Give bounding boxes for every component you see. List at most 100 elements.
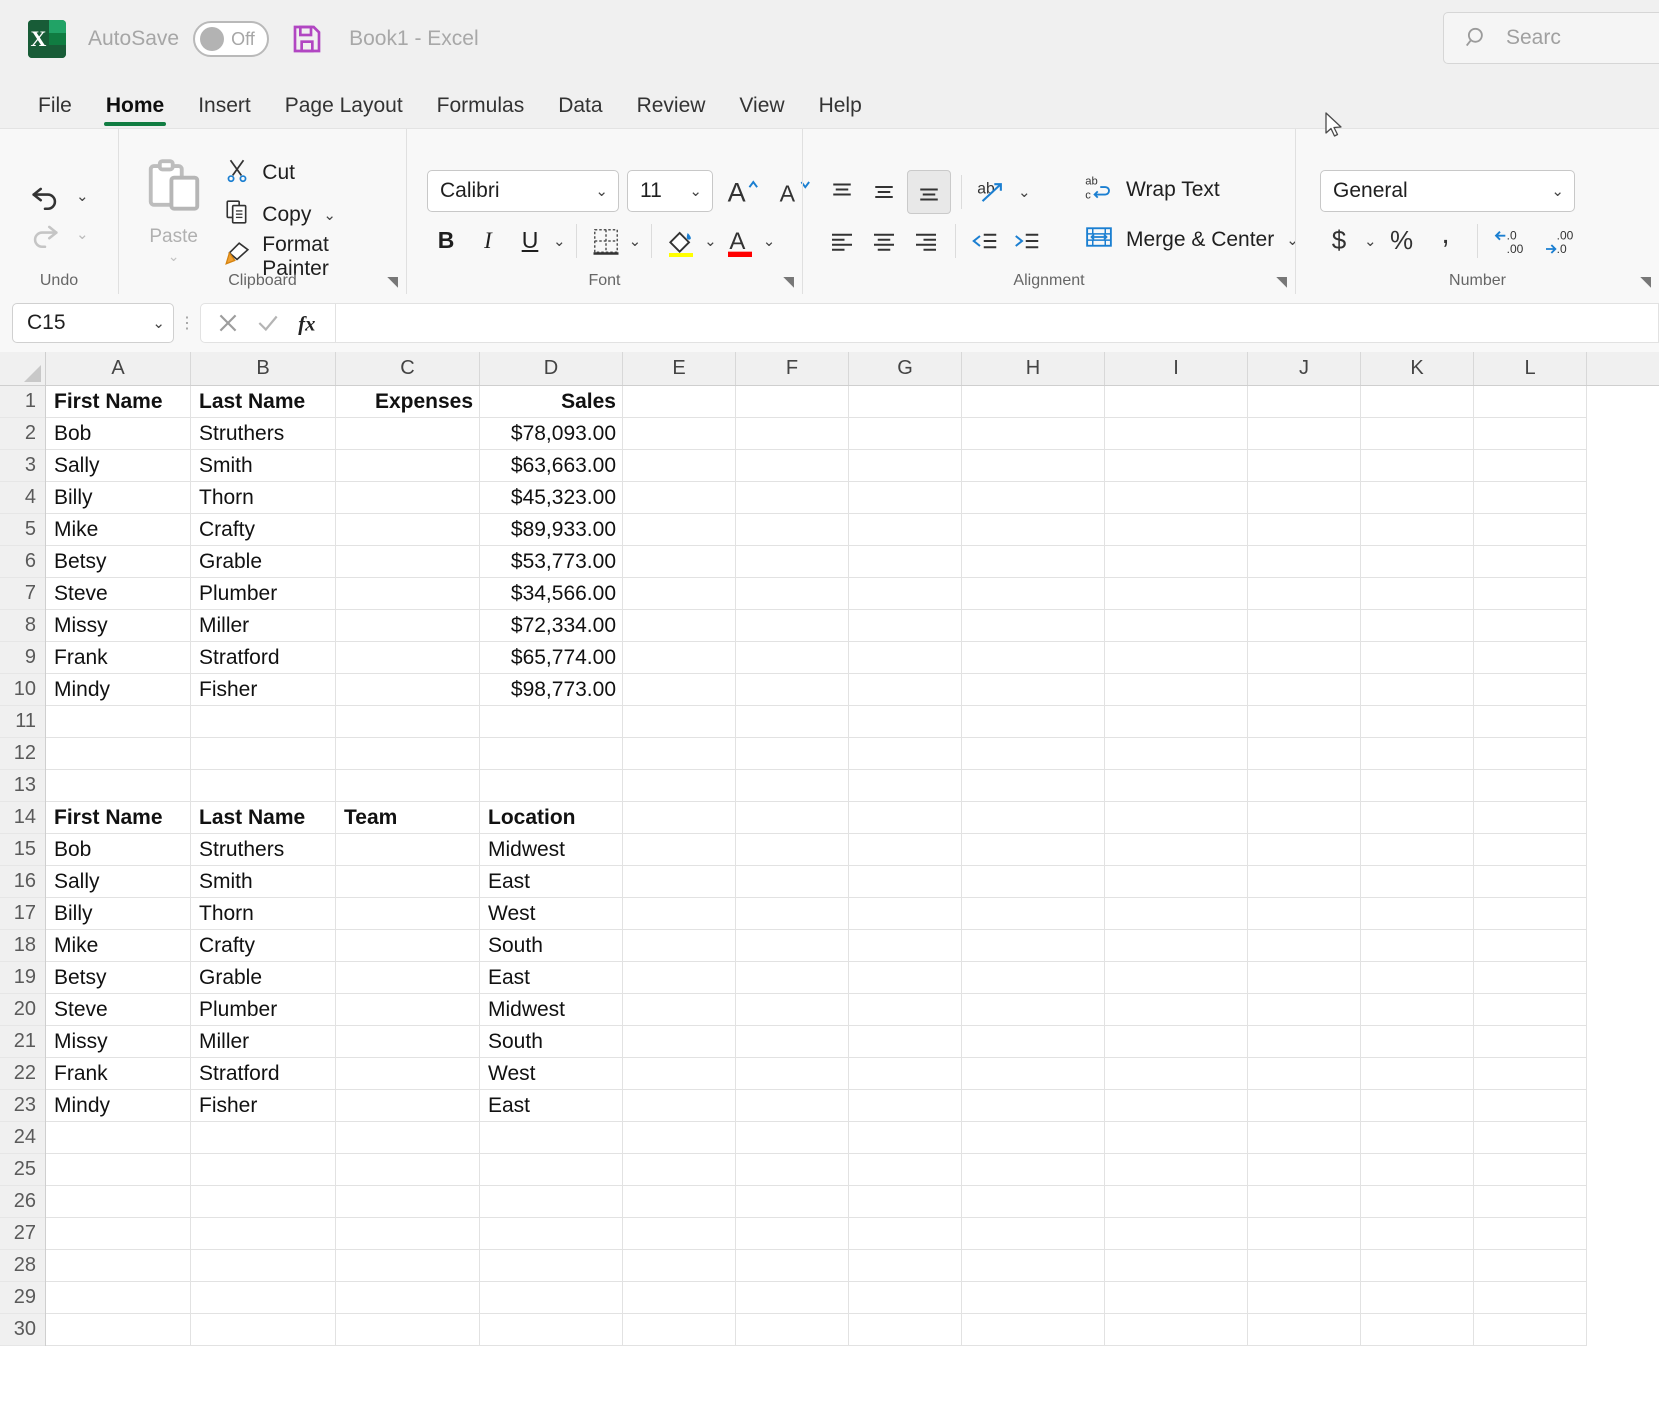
cell-G22[interactable]	[849, 1058, 962, 1090]
cell-E16[interactable]	[623, 866, 736, 898]
cell-I30[interactable]	[1105, 1314, 1248, 1346]
cell-B6[interactable]: Grable	[191, 546, 336, 578]
merge-center-button[interactable]: Merge & Center ⌄	[1084, 220, 1299, 260]
cell-D2[interactable]: $78,093.00	[480, 418, 623, 450]
cell-K6[interactable]	[1361, 546, 1474, 578]
cell-L30[interactable]	[1474, 1314, 1587, 1346]
cell-J1[interactable]	[1248, 386, 1361, 418]
cell-B21[interactable]: Miller	[191, 1026, 336, 1058]
cell-A6[interactable]: Betsy	[46, 546, 191, 578]
borders-chevron-down-icon[interactable]: ⌄	[629, 232, 642, 250]
cell-B14[interactable]: Last Name	[191, 802, 336, 834]
cell-I15[interactable]	[1105, 834, 1248, 866]
cell-G24[interactable]	[849, 1122, 962, 1154]
autosave-toggle[interactable]: Off	[193, 21, 269, 57]
cell-K1[interactable]	[1361, 386, 1474, 418]
increase-font-size-icon[interactable]: A	[721, 172, 765, 210]
row-header-24[interactable]: 24	[0, 1122, 45, 1154]
align-right-icon[interactable]	[907, 222, 945, 260]
cell-K8[interactable]	[1361, 610, 1474, 642]
tab-review[interactable]: Review	[623, 84, 720, 128]
cell-C23[interactable]	[336, 1090, 480, 1122]
column-header-h[interactable]: H	[962, 352, 1105, 385]
cell-H18[interactable]	[962, 930, 1105, 962]
cell-I14[interactable]	[1105, 802, 1248, 834]
cell-I1[interactable]	[1105, 386, 1248, 418]
cell-C27[interactable]	[336, 1218, 480, 1250]
cell-E26[interactable]	[623, 1186, 736, 1218]
formula-bar-options[interactable]: ⋮	[174, 321, 200, 326]
cell-C8[interactable]	[336, 610, 480, 642]
cell-D11[interactable]	[480, 706, 623, 738]
cell-H1[interactable]	[962, 386, 1105, 418]
cell-L3[interactable]	[1474, 450, 1587, 482]
cell-F12[interactable]	[736, 738, 849, 770]
cell-J9[interactable]	[1248, 642, 1361, 674]
cell-G26[interactable]	[849, 1186, 962, 1218]
cell-F11[interactable]	[736, 706, 849, 738]
cell-I27[interactable]	[1105, 1218, 1248, 1250]
cell-I8[interactable]	[1105, 610, 1248, 642]
cell-C26[interactable]	[336, 1186, 480, 1218]
cell-F17[interactable]	[736, 898, 849, 930]
cell-A4[interactable]: Billy	[46, 482, 191, 514]
paste-chevron-down-icon[interactable]: ⌄	[168, 248, 180, 265]
undo-icon[interactable]	[24, 179, 66, 213]
cell-D1[interactable]: Sales	[480, 386, 623, 418]
cell-I25[interactable]	[1105, 1154, 1248, 1186]
cell-G4[interactable]	[849, 482, 962, 514]
cell-K9[interactable]	[1361, 642, 1474, 674]
cell-A25[interactable]	[46, 1154, 191, 1186]
cell-E23[interactable]	[623, 1090, 736, 1122]
cell-E9[interactable]	[623, 642, 736, 674]
cell-L5[interactable]	[1474, 514, 1587, 546]
row-header-6[interactable]: 6	[0, 546, 45, 578]
cell-I21[interactable]	[1105, 1026, 1248, 1058]
alignment-dialog-launcher-icon[interactable]: ◥	[1276, 273, 1287, 290]
cell-L25[interactable]	[1474, 1154, 1587, 1186]
cell-J10[interactable]	[1248, 674, 1361, 706]
cell-B18[interactable]: Crafty	[191, 930, 336, 962]
cell-B11[interactable]	[191, 706, 336, 738]
cell-J24[interactable]	[1248, 1122, 1361, 1154]
cell-J4[interactable]	[1248, 482, 1361, 514]
cell-D27[interactable]	[480, 1218, 623, 1250]
cell-I20[interactable]	[1105, 994, 1248, 1026]
cell-D3[interactable]: $63,663.00	[480, 450, 623, 482]
cell-B9[interactable]: Stratford	[191, 642, 336, 674]
cell-I22[interactable]	[1105, 1058, 1248, 1090]
cell-K30[interactable]	[1361, 1314, 1474, 1346]
cell-E13[interactable]	[623, 770, 736, 802]
cell-B2[interactable]: Struthers	[191, 418, 336, 450]
cell-K27[interactable]	[1361, 1218, 1474, 1250]
copy-button[interactable]: Copy ⌄	[224, 198, 396, 232]
cell-F1[interactable]	[736, 386, 849, 418]
cell-F20[interactable]	[736, 994, 849, 1026]
cell-E20[interactable]	[623, 994, 736, 1026]
borders-icon[interactable]	[587, 222, 625, 260]
row-header-1[interactable]: 1	[0, 386, 45, 418]
cell-E3[interactable]	[623, 450, 736, 482]
cell-H15[interactable]	[962, 834, 1105, 866]
cell-K18[interactable]	[1361, 930, 1474, 962]
row-header-4[interactable]: 4	[0, 482, 45, 514]
cell-I12[interactable]	[1105, 738, 1248, 770]
underline-chevron-down-icon[interactable]: ⌄	[553, 232, 566, 250]
cell-C25[interactable]	[336, 1154, 480, 1186]
orientation-chevron-down-icon[interactable]: ⌄	[1018, 183, 1031, 201]
cell-C22[interactable]	[336, 1058, 480, 1090]
cell-A28[interactable]	[46, 1250, 191, 1282]
cell-B5[interactable]: Crafty	[191, 514, 336, 546]
cell-B1[interactable]: Last Name	[191, 386, 336, 418]
cell-B7[interactable]: Plumber	[191, 578, 336, 610]
row-header-18[interactable]: 18	[0, 930, 45, 962]
cell-C30[interactable]	[336, 1314, 480, 1346]
cell-J27[interactable]	[1248, 1218, 1361, 1250]
cell-A16[interactable]: Sally	[46, 866, 191, 898]
cell-C16[interactable]	[336, 866, 480, 898]
cell-J6[interactable]	[1248, 546, 1361, 578]
cell-D23[interactable]: East	[480, 1090, 623, 1122]
italic-button[interactable]: I	[469, 222, 507, 260]
cell-G28[interactable]	[849, 1250, 962, 1282]
cell-I28[interactable]	[1105, 1250, 1248, 1282]
